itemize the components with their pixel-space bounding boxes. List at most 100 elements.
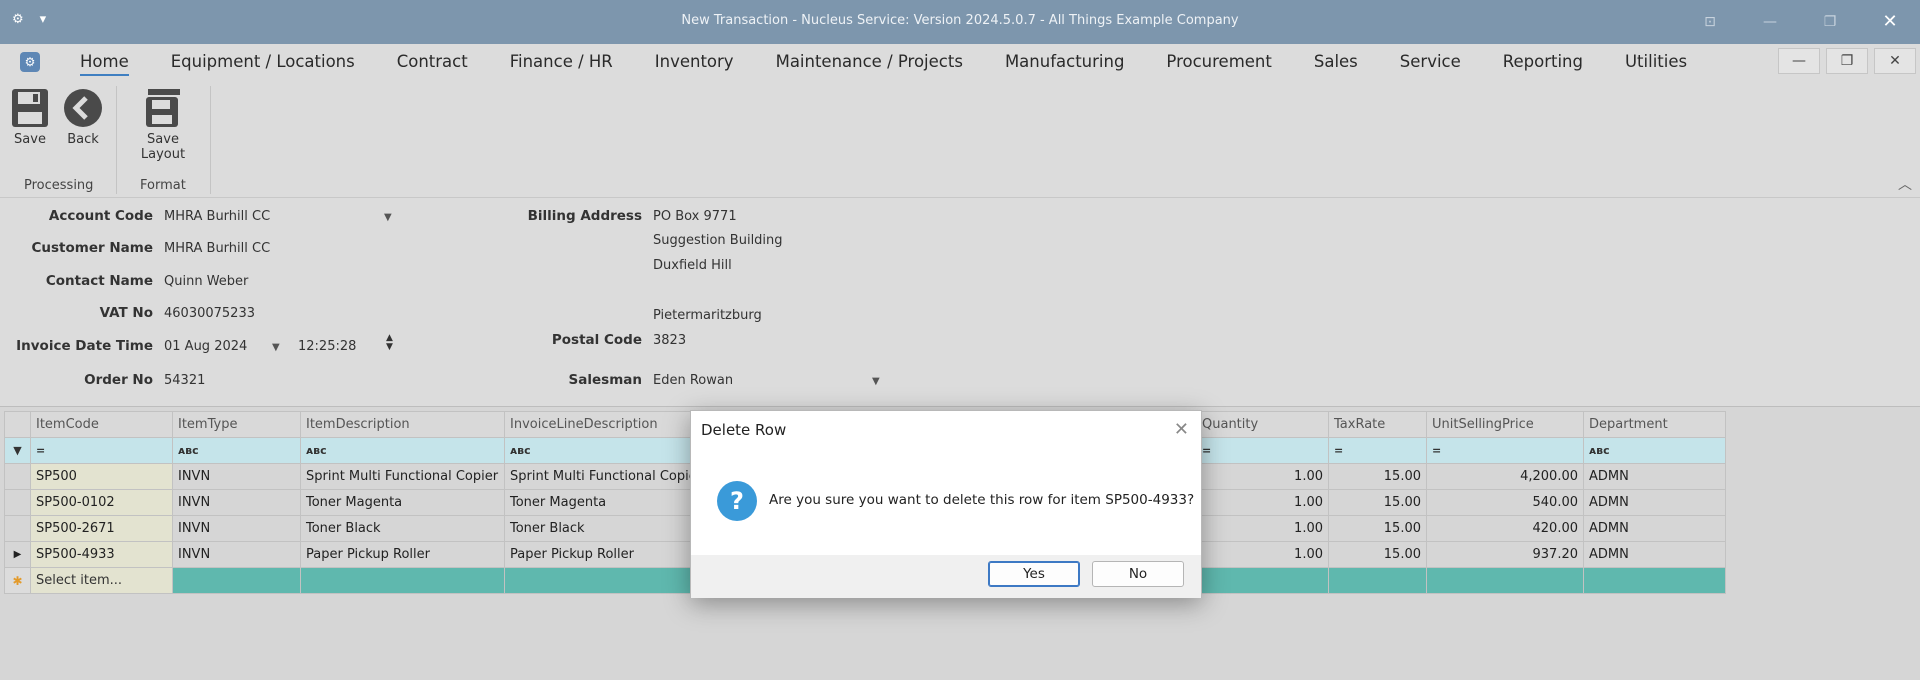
filter-cell-taxrate[interactable]: =	[1328, 437, 1427, 464]
contact-name-field[interactable]: Quinn Weber	[164, 274, 248, 289]
col-header-itemtype[interactable]: ItemType	[172, 411, 301, 438]
menu-utilities[interactable]: Utilities	[1625, 52, 1687, 76]
account-code-dropdown-icon[interactable]: ▼	[384, 212, 392, 223]
menu-contract[interactable]: Contract	[397, 52, 468, 76]
vat-no-field[interactable]: 46030075233	[164, 306, 255, 321]
filter-cell-quantity[interactable]: =	[1196, 437, 1329, 464]
cell-quantity[interactable]: 1.00	[1196, 541, 1329, 568]
cell-itemcode[interactable]: SP500-0102	[30, 489, 173, 516]
dialog-message: Are you sure you want to delete this row…	[769, 492, 1195, 508]
customer-name-field[interactable]: MHRA Burhill CC	[164, 241, 270, 256]
ribbon-separator	[116, 86, 117, 194]
filter-cell-department[interactable]: ᴀʙc	[1583, 437, 1726, 464]
billing-address-line-1[interactable]: PO Box 9771	[653, 209, 737, 224]
order-no-field[interactable]: 54321	[164, 373, 205, 388]
save-layout-icon	[146, 89, 180, 127]
invoice-datetime-label: Invoice Date Time	[16, 338, 153, 354]
app-logo-icon[interactable]: ⚙	[20, 52, 40, 72]
filter-cell-itemtype[interactable]: ᴀʙc	[172, 437, 301, 464]
new-row-cell[interactable]	[1328, 567, 1427, 594]
cell-itemtype[interactable]: INVN	[172, 463, 301, 490]
new-row-cell[interactable]	[1583, 567, 1726, 594]
new-row-cell[interactable]	[1426, 567, 1584, 594]
mdi-close-button[interactable]: ✕	[1874, 48, 1916, 74]
cell-taxrate[interactable]: 15.00	[1328, 515, 1427, 542]
minimize-window-button[interactable]: —	[1758, 10, 1782, 34]
billing-address-line-2[interactable]: Suggestion Building	[653, 233, 783, 248]
cell-taxrate[interactable]: 15.00	[1328, 541, 1427, 568]
menu-manufacturing[interactable]: Manufacturing	[1005, 52, 1124, 76]
no-button[interactable]: No	[1092, 561, 1184, 587]
postal-code-label: Postal Code	[551, 332, 642, 348]
col-header-quantity[interactable]: Quantity	[1196, 411, 1329, 438]
new-row-cell[interactable]	[1196, 567, 1329, 594]
cell-itemcode[interactable]: SP500-4933	[30, 541, 173, 568]
yes-button[interactable]: Yes	[988, 561, 1080, 587]
close-window-button[interactable]: ✕	[1878, 10, 1902, 34]
cell-department[interactable]: ADMN	[1583, 515, 1726, 542]
save-layout-button[interactable]: Save Layout	[124, 88, 202, 162]
cell-unitsellingprice[interactable]: 540.00	[1426, 489, 1584, 516]
cell-unitsellingprice[interactable]: 4,200.00	[1426, 463, 1584, 490]
cell-quantity[interactable]: 1.00	[1196, 515, 1329, 542]
group-processing-label: Processing	[24, 178, 94, 193]
time-spinner-icon[interactable]: ▲ ▼	[386, 334, 393, 352]
menu-finance-hr[interactable]: Finance / HR	[510, 52, 613, 76]
collapse-ribbon-icon[interactable]: ︿	[1898, 174, 1912, 194]
cell-unitsellingprice[interactable]: 937.20	[1426, 541, 1584, 568]
billing-address-line-3[interactable]: Duxfield Hill	[653, 258, 732, 273]
filter-cell-itemdescription[interactable]: ᴀʙc	[300, 437, 505, 464]
select-item-cell[interactable]: Select item...	[30, 567, 173, 594]
col-header-itemcode[interactable]: ItemCode	[30, 411, 173, 438]
cell-department[interactable]: ADMN	[1583, 489, 1726, 516]
cell-itemdescription[interactable]: Toner Magenta	[300, 489, 505, 516]
salesman-dropdown-icon[interactable]: ▼	[872, 376, 880, 387]
mdi-minimize-button[interactable]: —	[1778, 48, 1820, 74]
close-icon[interactable]: ✕	[1174, 419, 1189, 440]
invoice-date-dropdown-icon[interactable]: ▼	[272, 342, 280, 353]
cell-itemdescription[interactable]: Sprint Multi Functional Copier	[300, 463, 505, 490]
menu-service[interactable]: Service	[1400, 52, 1461, 76]
postal-code-field[interactable]: 3823	[653, 333, 686, 348]
back-button[interactable]: Back	[63, 88, 103, 147]
cell-itemcode[interactable]: SP500-2671	[30, 515, 173, 542]
cell-department[interactable]: ADMN	[1583, 463, 1726, 490]
menu-reporting[interactable]: Reporting	[1503, 52, 1583, 76]
cell-quantity[interactable]: 1.00	[1196, 489, 1329, 516]
invoice-time-field[interactable]: 12:25:28	[298, 339, 356, 354]
cell-itemtype[interactable]: INVN	[172, 515, 301, 542]
cell-department[interactable]: ADMN	[1583, 541, 1726, 568]
cell-unitsellingprice[interactable]: 420.00	[1426, 515, 1584, 542]
menu-inventory[interactable]: Inventory	[655, 52, 734, 76]
col-header-itemdescription[interactable]: ItemDescription	[300, 411, 505, 438]
cell-quantity[interactable]: 1.00	[1196, 463, 1329, 490]
filter-icon: ▼	[4, 437, 31, 464]
invoice-date-field[interactable]: 01 Aug 2024	[164, 339, 247, 354]
menu-equipment-locations[interactable]: Equipment / Locations	[171, 52, 355, 76]
save-button[interactable]: Save	[10, 88, 50, 147]
menu-sales[interactable]: Sales	[1314, 52, 1358, 76]
new-row-cell[interactable]	[172, 567, 301, 594]
new-row-cell[interactable]	[300, 567, 505, 594]
cell-itemtype[interactable]: INVN	[172, 489, 301, 516]
cell-itemcode[interactable]: SP500	[30, 463, 173, 490]
salesman-field[interactable]: Eden Rowan	[653, 373, 733, 388]
mdi-restore-button[interactable]: ❐	[1826, 48, 1868, 74]
maximize-window-button[interactable]: ❐	[1818, 10, 1842, 34]
cell-itemdescription[interactable]: Toner Black	[300, 515, 505, 542]
col-header-unitsellingprice[interactable]: UnitSellingPrice	[1426, 411, 1584, 438]
account-code-field[interactable]: MHRA Burhill CC	[164, 209, 270, 224]
cell-taxrate[interactable]: 15.00	[1328, 489, 1427, 516]
menu-home[interactable]: Home	[80, 52, 129, 76]
billing-address-line-4[interactable]: Pietermaritzburg	[653, 308, 762, 323]
menu-maintenance-projects[interactable]: Maintenance / Projects	[776, 52, 963, 76]
menu-procurement[interactable]: Procurement	[1166, 52, 1271, 76]
filter-cell-unitsellingprice[interactable]: =	[1426, 437, 1584, 464]
cell-taxrate[interactable]: 15.00	[1328, 463, 1427, 490]
cell-itemtype[interactable]: INVN	[172, 541, 301, 568]
filter-cell-itemcode[interactable]: =	[30, 437, 173, 464]
cell-itemdescription[interactable]: Paper Pickup Roller	[300, 541, 505, 568]
col-header-department[interactable]: Department	[1583, 411, 1726, 438]
restore-layout-icon[interactable]: ⊡	[1698, 10, 1722, 34]
col-header-taxrate[interactable]: TaxRate	[1328, 411, 1427, 438]
